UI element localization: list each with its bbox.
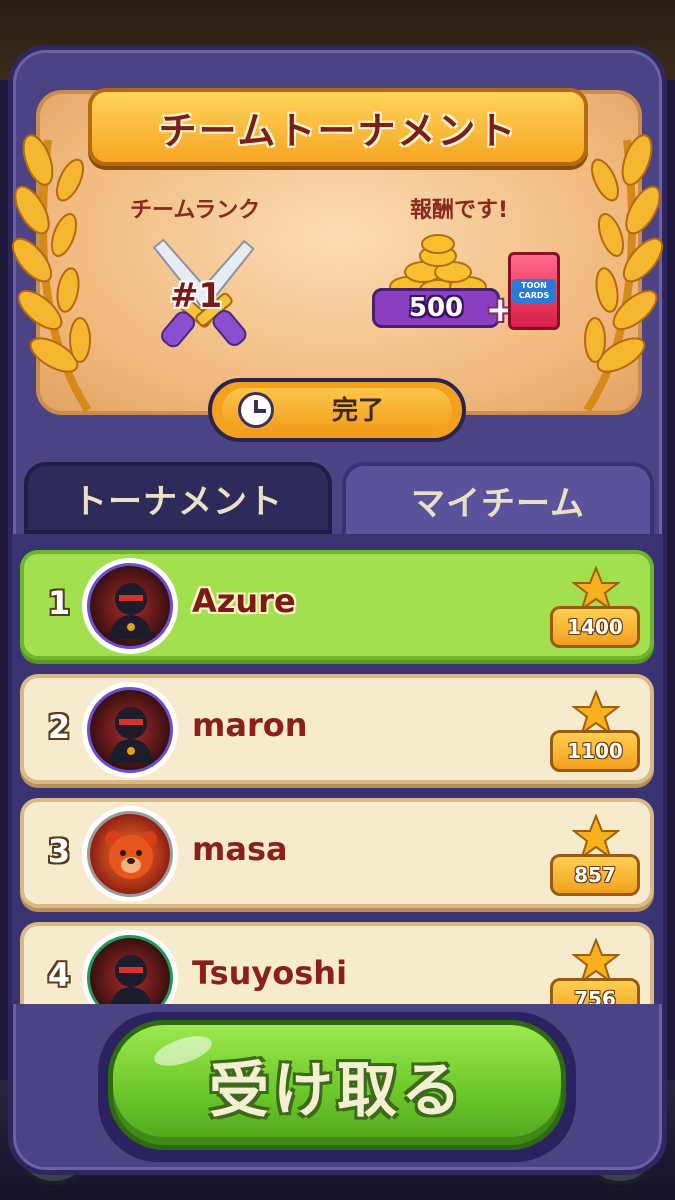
score-value: 1400 (567, 615, 623, 639)
list-item[interactable]: 3 masa 857 (20, 798, 654, 908)
status-text: 完了 (332, 396, 385, 426)
team-rank-value: #1 (170, 276, 223, 316)
receive-button-label: 受け取る (209, 1055, 465, 1126)
team-rank-label: チームランク (130, 198, 261, 223)
score-badge: 1400 (550, 606, 640, 648)
score-value: 1100 (567, 739, 623, 763)
list-item[interactable]: 4 Tsuyoshi 756 (20, 922, 654, 1004)
player-name: Azure (192, 582, 296, 620)
tab-my-team[interactable]: マイチーム (342, 462, 654, 534)
ninja-icon (109, 583, 153, 639)
rank-number: 1 (47, 584, 71, 622)
title-banner: チームトーナメント (88, 88, 588, 166)
player-name: maron (192, 706, 308, 744)
tab-tournament-label: トーナメント (73, 481, 283, 522)
rank-number: 4 (47, 956, 71, 994)
score-badge: 1100 (550, 730, 640, 772)
score-badge: 756 (550, 978, 640, 1004)
reward-label: 報酬です! (410, 198, 509, 223)
tab-my-team-label: マイチーム (411, 483, 585, 524)
player-name: Tsuyoshi (192, 954, 348, 992)
player-name: masa (192, 830, 288, 868)
avatar (82, 682, 178, 778)
avatar (82, 558, 178, 654)
avatar (82, 930, 178, 1004)
score-value: 756 (574, 987, 616, 1004)
toon-cards-label: TOON CARDS (512, 279, 556, 303)
reward-coins-banner: 500 (372, 288, 500, 328)
page-title: チームトーナメント (158, 108, 518, 153)
button-gloss (150, 1030, 216, 1072)
red-bear-icon (105, 831, 157, 879)
avatar (82, 806, 178, 902)
laurel-left-icon (11, 134, 92, 413)
reward-coins-value: 500 (408, 293, 464, 323)
toon-cards-pack-icon: TOON CARDS (508, 252, 560, 330)
rank-number: 3 (47, 832, 71, 870)
tournament-status-pill: 完了 (208, 378, 466, 442)
score-badge: 857 (550, 854, 640, 896)
list-item[interactable]: 2 maron 1100 (20, 674, 654, 784)
team-member-list[interactable]: 1 Azure 1400 2 maron 1100 3 masa 857 4 T… (12, 534, 663, 1004)
receive-button[interactable]: 受け取る (108, 1020, 566, 1150)
rank-number: 2 (47, 708, 71, 746)
laurel-right-icon (583, 134, 664, 413)
score-value: 857 (574, 863, 616, 887)
ninja-icon (110, 955, 152, 1004)
list-item[interactable]: 1 Azure 1400 (20, 550, 654, 660)
tab-tournament[interactable]: トーナメント (24, 462, 332, 534)
ninja-icon (109, 707, 153, 763)
clock-icon (238, 392, 274, 428)
